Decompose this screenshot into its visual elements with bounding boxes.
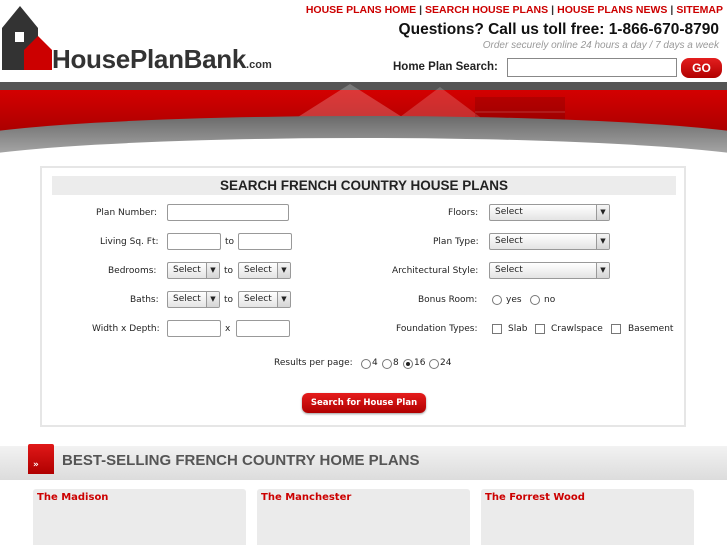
results-16-label: 16 [414, 358, 426, 368]
search-for-house-plan-button[interactable]: Search for House Plan [302, 393, 426, 413]
logo-wordmark: HousePlanBank.com [52, 44, 272, 74]
plan-type-label: Plan Type: [433, 237, 479, 247]
plan-number-label: Plan Number: [96, 208, 158, 218]
results-16-radio[interactable] [403, 359, 413, 369]
go-button[interactable]: GO [681, 58, 722, 78]
results-4-radio[interactable] [361, 359, 371, 369]
living-sqft-max-input[interactable] [238, 233, 292, 250]
foundation-basement-checkbox[interactable] [611, 324, 621, 334]
plan-card-title[interactable]: The Madison [37, 492, 108, 503]
plan-number-input[interactable] [167, 204, 289, 221]
plan-type-select[interactable]: Select ▼ [489, 233, 610, 250]
results-4-label: 4 [372, 358, 378, 368]
bonus-room-no-radio[interactable] [530, 295, 540, 305]
width-input[interactable] [167, 320, 221, 337]
bonus-room-yes-label: yes [506, 295, 522, 305]
top-navigation: HOUSE PLANS HOME | SEARCH HOUSE PLANS | HOUS… [305, 4, 723, 16]
best-selling-tab: » [28, 444, 54, 474]
home-plan-search-input[interactable] [507, 58, 677, 77]
hero-banner [0, 82, 727, 164]
results-8-radio[interactable] [382, 359, 392, 369]
foundation-slab-checkbox[interactable] [492, 324, 502, 334]
architectural-style-select[interactable]: Select ▼ [489, 262, 610, 279]
living-sqft-min-input[interactable] [167, 233, 221, 250]
house-logo-icon [2, 6, 52, 70]
home-plan-search-label: Home Plan Search: [393, 61, 498, 73]
site-logo[interactable]: HousePlanBank.com [2, 6, 292, 74]
phone-number: Questions? Call us toll free: 1-866-670-… [398, 21, 719, 38]
foundation-basement-label: Basement [628, 324, 674, 334]
to-label: to [224, 266, 234, 276]
foundation-crawlspace-checkbox[interactable] [535, 324, 545, 334]
chevron-down-icon: ▼ [596, 234, 609, 249]
width-depth-label: Width x Depth: [92, 324, 160, 334]
home-plan-search: Home Plan Search: GO [393, 58, 723, 78]
chevron-down-icon: ▼ [206, 292, 219, 307]
plan-card[interactable]: The Forrest Wood [481, 489, 694, 545]
baths-label: Baths: [130, 295, 159, 305]
floors-label: Floors: [448, 208, 479, 218]
foundation-crawlspace-label: Crawlspace [551, 324, 603, 334]
search-form-title: SEARCH FRENCH COUNTRY HOUSE PLANS [52, 176, 676, 195]
chevron-down-icon: ▼ [206, 263, 219, 278]
architectural-style-label: Architectural Style: [392, 266, 479, 276]
bonus-room-label: Bonus Room: [418, 295, 478, 305]
results-24-label: 24 [440, 358, 452, 368]
site-header: HousePlanBank.com HOUSE PLANS HOME | SEARC… [0, 0, 727, 86]
bonus-room-no-label: no [544, 295, 556, 305]
baths-min-select[interactable]: Select ▼ [167, 291, 220, 308]
times-label: x [225, 324, 231, 334]
results-8-label: 8 [393, 358, 399, 368]
depth-input[interactable] [236, 320, 290, 337]
foundation-types-label: Foundation Types: [396, 324, 478, 334]
bedrooms-label: Bedrooms: [108, 266, 157, 276]
chevron-down-icon: ▼ [277, 292, 290, 307]
living-sqft-label: Living Sq. Ft: [100, 237, 159, 247]
double-chevron-right-icon: » [33, 460, 39, 470]
results-per-page-label: Results per page: [274, 358, 353, 368]
floors-select[interactable]: Select ▼ [489, 204, 610, 221]
chevron-down-icon: ▼ [596, 205, 609, 220]
best-selling-title: BEST-SELLING FRENCH COUNTRY HOME PLANS [62, 452, 420, 469]
chevron-down-icon: ▼ [596, 263, 609, 278]
nav-search-house-plans[interactable]: SEARCH HOUSE PLANS [425, 4, 548, 16]
nav-house-plans-news[interactable]: HOUSE PLANS NEWS [557, 4, 667, 16]
bonus-room-yes-radio[interactable] [492, 295, 502, 305]
plan-card-title[interactable]: The Manchester [261, 492, 351, 503]
plan-card[interactable]: The Madison [33, 489, 246, 545]
chevron-down-icon: ▼ [277, 263, 290, 278]
to-label: to [224, 295, 234, 305]
search-form-panel: SEARCH FRENCH COUNTRY HOUSE PLANS Plan N… [40, 166, 686, 427]
plan-card[interactable]: The Manchester [257, 489, 470, 545]
plan-card-title[interactable]: The Forrest Wood [485, 492, 585, 503]
bedrooms-min-select[interactable]: Select ▼ [167, 262, 220, 279]
bedrooms-max-select[interactable]: Select ▼ [238, 262, 291, 279]
results-24-radio[interactable] [429, 359, 439, 369]
nav-sitemap[interactable]: SITEMAP [676, 4, 723, 16]
tagline: Order securely online 24 hours a day / 7… [482, 40, 719, 51]
to-label: to [225, 237, 235, 247]
baths-max-select[interactable]: Select ▼ [238, 291, 291, 308]
nav-house-plans-home[interactable]: HOUSE PLANS HOME [306, 4, 416, 16]
foundation-slab-label: Slab [508, 324, 528, 334]
